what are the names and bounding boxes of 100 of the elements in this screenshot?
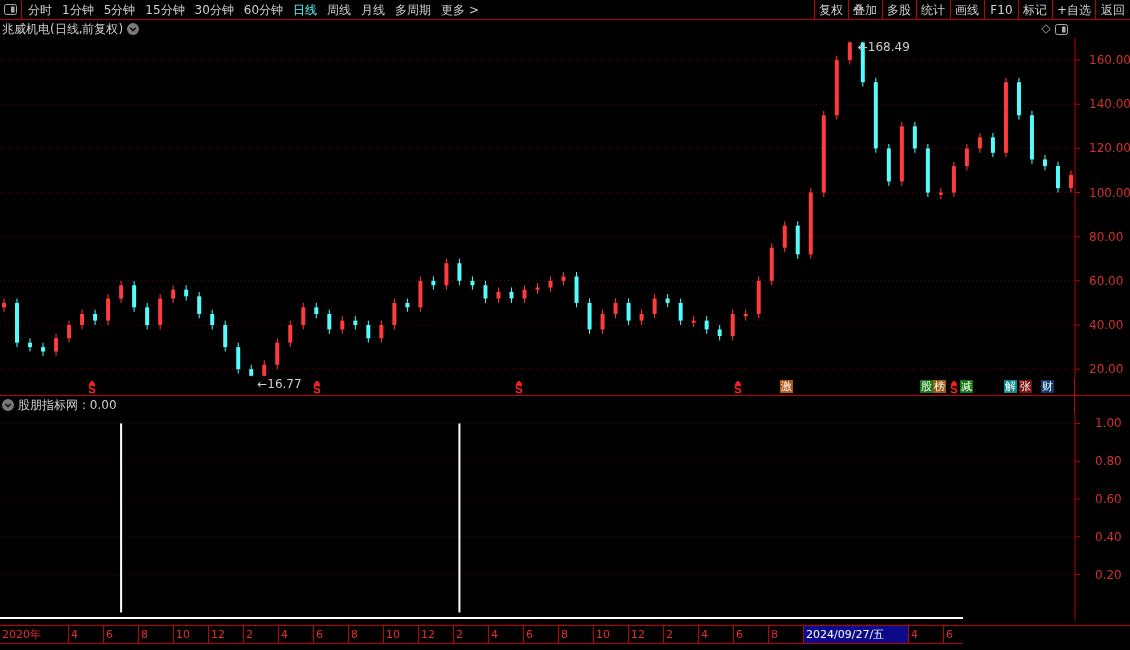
candle [990,132,995,158]
chevron-down-icon[interactable] [127,23,140,35]
candle [457,258,462,286]
event-badge[interactable]: 财 [1041,380,1054,393]
axis-label: 120.00 [1089,141,1130,156]
candle [561,271,566,286]
diamond-icon[interactable] [1041,24,1051,34]
candle [275,337,280,370]
candle [938,187,943,200]
axis-label: 0.80 [1095,454,1122,469]
toolbar-button[interactable]: +自选 [1052,0,1096,19]
time-axis-label: 2 [243,626,278,643]
period-tab[interactable]: 月线 [361,0,386,19]
period-tab[interactable]: 30分钟 [194,0,234,19]
event-badge[interactable]: 减 [960,380,973,393]
candle [912,121,917,154]
time-axis-label: 10 [383,626,418,643]
time-axis-label: 2 [453,626,488,643]
event-badge[interactable]: 股 [920,380,933,393]
candle [886,143,891,187]
candle [899,121,904,187]
candle [54,333,59,357]
candle [262,359,267,377]
axis-label: 60.00 [1089,273,1124,288]
candle [847,40,852,65]
toolbar-button[interactable]: 复权 [814,0,849,19]
period-tab[interactable]: 15分钟 [145,0,185,19]
chart-title: 兆威机电(日线,前复权) [2,21,124,38]
axis-label: 20.00 [1089,362,1124,377]
time-axis-label: 8 [348,626,383,643]
candle [80,309,85,330]
sidebar-icon[interactable] [1055,23,1068,35]
candle [782,220,787,253]
time-axis-label: 12 [628,626,663,643]
candle [717,324,722,341]
candle [28,337,32,352]
toolbar-button[interactable]: 画线 [950,0,985,19]
candle [730,309,735,341]
candle [769,242,774,286]
time-axis-label: 2020年 [1,627,42,643]
time-axis-label: 4 [68,626,103,643]
candle [587,298,592,335]
period-tab[interactable]: 分时 [28,0,52,19]
candle [132,280,137,313]
candle [1043,154,1047,171]
time-axis-label: 10 [593,626,628,643]
candle [405,298,410,313]
time-axis-label: 4 [488,626,523,643]
period-tab[interactable]: 更多 > [441,0,479,19]
candle [418,275,423,313]
axis-label: 0.40 [1095,529,1122,544]
toolbar-button[interactable]: 返回 [1096,0,1130,19]
event-badge[interactable]: 张 [1019,380,1032,393]
time-axis-label: 10 [173,626,208,643]
time-axis-label: 12 [208,626,243,643]
candle [613,298,618,319]
time-axis-label: 4 [908,626,943,643]
time-axis-label: 4 [698,626,733,643]
toolbar-button[interactable]: 标记 [1018,0,1053,19]
event-badge[interactable]: 解 [1004,380,1017,393]
candle [431,275,436,291]
toolbar-button[interactable]: 多股 [882,0,917,19]
chevron-down-icon[interactable] [2,399,14,411]
period-tab[interactable]: 60分钟 [243,0,284,19]
candle [1029,110,1034,165]
event-badge[interactable]: 激 [780,380,793,393]
period-tab[interactable]: 1分钟 [62,0,94,19]
candle [483,280,488,304]
time-axis-label: 8 [138,626,173,643]
event-badge[interactable]: 榜 [933,380,946,393]
candle [509,287,514,304]
candle [392,298,397,330]
candle [67,320,72,344]
toolbar-button[interactable]: F10 [984,0,1019,19]
candle [119,280,124,304]
candle [301,302,306,330]
candle [600,309,605,335]
candle [288,320,293,348]
time-axis-label: 2024/09/27/五 [803,626,908,643]
candle [626,298,631,326]
time-axis-label: 8 [558,626,593,643]
period-tab[interactable]: 日线 [293,0,318,19]
candle [743,309,748,322]
indicator-title: 股朋指标网 [18,397,78,414]
candle [223,320,228,352]
period-tab[interactable]: 5分钟 [103,0,136,19]
candle [977,132,982,154]
period-tab[interactable]: 多周期 [395,0,432,19]
time-axis-label: 4 [278,626,313,643]
toolbar-button[interactable]: 统计 [916,0,951,19]
low-price-label: ←16.77 [257,377,302,392]
candle [93,309,98,326]
candle [379,320,384,344]
period-tab[interactable]: 周线 [327,0,352,19]
candle [470,275,475,291]
candle [171,284,176,304]
candle [2,298,6,313]
toolbar-button[interactable]: 叠加 [848,0,883,19]
candle [327,309,332,335]
time-axis-label: 6 [523,626,558,643]
